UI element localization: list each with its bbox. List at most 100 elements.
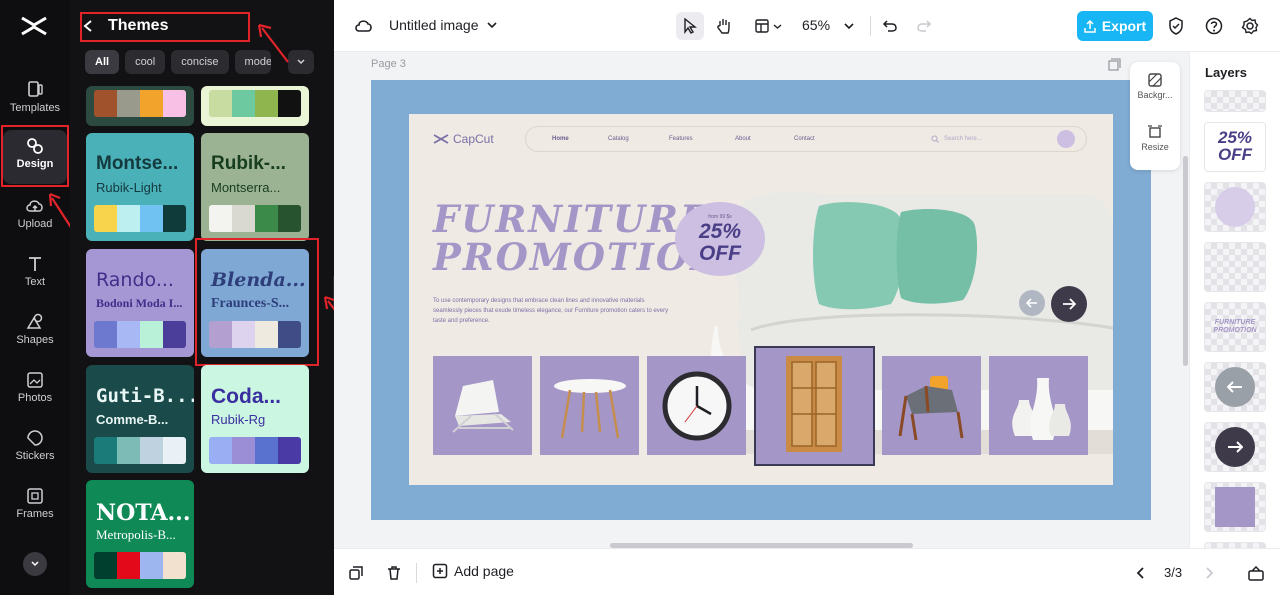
- export-button[interactable]: Export: [1077, 11, 1153, 41]
- rail-item-stickers[interactable]: Stickers: [3, 422, 67, 474]
- badge-big-line-1: 25%: [698, 220, 742, 243]
- upload-cloud-icon: [26, 200, 43, 212]
- layer-thumb-headline[interactable]: FURNITURE PROMOTION: [1204, 302, 1266, 352]
- zoom-level[interactable]: 65%: [802, 17, 830, 33]
- arrow-left-icon: [1227, 381, 1242, 393]
- hand-tool-button[interactable]: [710, 12, 738, 40]
- theme-card-nota[interactable]: NOTA... Metropolis-B...: [86, 480, 194, 588]
- theme-card-partial-right[interactable]: [201, 86, 309, 126]
- arrow-right-circle: [1215, 427, 1255, 467]
- rail-label: Stickers: [15, 450, 55, 462]
- vertical-scrollbar[interactable]: [1183, 156, 1188, 366]
- rail-label: Photos: [17, 392, 53, 404]
- layout-tool-button[interactable]: [748, 12, 788, 40]
- rail-item-shapes[interactable]: Shapes: [3, 306, 67, 358]
- design-prev-arrow[interactable]: [1019, 290, 1045, 316]
- duplicate-page-icon[interactable]: [1108, 58, 1121, 71]
- design-artboard[interactable]: CapCut Home Catalog Features About Conta…: [409, 114, 1113, 485]
- product-tile-cabinet[interactable]: [754, 346, 875, 466]
- highlight-box-blenda: [195, 238, 319, 366]
- theme-card-title: Guti-B...: [96, 385, 194, 407]
- chip-all[interactable]: All: [85, 50, 120, 74]
- copy-icon: [349, 566, 363, 580]
- theme-card-montserrat[interactable]: Montse... Rubik-Light: [86, 133, 194, 241]
- layer-thumb-discount-text[interactable]: 25% OFF: [1204, 122, 1266, 172]
- chevron-down-icon: [31, 561, 39, 567]
- background-icon: [1148, 73, 1162, 87]
- select-tool-button[interactable]: [676, 12, 704, 40]
- design-brand-text: CapCut: [453, 132, 494, 146]
- design-nav[interactable]: Home Catalog Features About Contact Sear…: [525, 126, 1087, 152]
- chip-concise[interactable]: concise: [171, 50, 229, 74]
- product-tile-clock[interactable]: [647, 356, 746, 455]
- rail-item-photos[interactable]: Photos: [3, 364, 67, 416]
- design-nav-item: Catalog: [608, 136, 629, 142]
- chevron-right-icon: [1206, 567, 1214, 579]
- search-icon: [931, 135, 939, 143]
- zoom-chevron-down-icon[interactable]: [844, 22, 854, 30]
- tile-shape: [1215, 487, 1255, 527]
- theme-card-title: Montse...: [96, 153, 179, 174]
- resize-icon: [1148, 125, 1162, 138]
- add-page-button[interactable]: Add page: [432, 563, 514, 579]
- redo-button[interactable]: [910, 12, 938, 40]
- document-title[interactable]: Untitled image: [389, 17, 497, 33]
- theme-card-rando[interactable]: Rando... Bodoni Moda I...: [86, 249, 194, 357]
- rail-item-frames[interactable]: Frames: [3, 480, 67, 532]
- product-tile-table[interactable]: [540, 356, 639, 455]
- prev-page-button[interactable]: [1130, 563, 1150, 583]
- theme-card-partial-left[interactable]: [86, 86, 194, 126]
- background-label: Backgr...: [1137, 90, 1173, 100]
- layer-thumb-empty-1[interactable]: [1204, 242, 1266, 292]
- cloud-save-icon[interactable]: [354, 17, 374, 35]
- layer-thumb-headline-line-2: PROMOTION: [1213, 327, 1257, 334]
- layer-thumb-tile[interactable]: [1204, 482, 1266, 532]
- design-next-arrow[interactable]: [1051, 286, 1087, 322]
- next-page-button[interactable]: [1200, 563, 1220, 583]
- layer-thumb-partial[interactable]: [1204, 90, 1266, 112]
- more-tools-button[interactable]: [23, 552, 47, 576]
- arrow-left-icon: [1026, 298, 1037, 308]
- rail-label: Templates: [9, 102, 61, 114]
- page-panel-toggle[interactable]: [1246, 563, 1266, 583]
- theme-card-guti[interactable]: Guti-B... Comme-B...: [86, 365, 194, 473]
- settings-button[interactable]: [1236, 12, 1264, 40]
- delete-page-button[interactable]: [384, 563, 404, 583]
- design-body-text[interactable]: To use contemporary designs that embrace…: [433, 296, 669, 326]
- wall-clock-image: [662, 371, 732, 441]
- copy-page-button[interactable]: [346, 563, 366, 583]
- product-tile-armchair[interactable]: [882, 356, 981, 455]
- product-tile-chair[interactable]: [433, 356, 532, 455]
- theme-card-subtitle: Comme-B...: [96, 412, 169, 427]
- design-nav-item: About: [735, 136, 751, 142]
- photo-icon: [27, 372, 43, 388]
- theme-card-rubik[interactable]: Rubik-... Montserra...: [201, 133, 309, 241]
- chip-cool[interactable]: cool: [125, 50, 166, 74]
- rail-item-templates[interactable]: Templates: [3, 74, 67, 126]
- discount-badge[interactable]: from 99 $s 25% OFF: [675, 202, 765, 276]
- design-brand[interactable]: CapCut: [433, 132, 494, 146]
- background-button[interactable]: Backgr...: [1130, 72, 1180, 100]
- layer-thumb-prev-arrow[interactable]: [1204, 362, 1266, 412]
- gear-icon: [1241, 17, 1259, 35]
- bottom-divider: [416, 563, 417, 583]
- theme-card-subtitle: Rubik-Rg: [211, 412, 266, 427]
- shield-icon: [1169, 17, 1183, 35]
- swatch-row: [94, 90, 186, 117]
- badge-big-text: 25% OFF: [675, 221, 765, 265]
- swatch-row: [209, 205, 301, 232]
- help-button[interactable]: [1200, 12, 1228, 40]
- resize-button[interactable]: Resize: [1130, 124, 1180, 152]
- document-title-text: Untitled image: [389, 17, 479, 33]
- canvas-page[interactable]: CapCut Home Catalog Features About Conta…: [371, 80, 1151, 520]
- rail-item-text[interactable]: Text: [3, 248, 67, 300]
- highlight-box-design: [1, 125, 69, 187]
- product-tile-vases[interactable]: [989, 356, 1088, 455]
- capcut-logo-icon[interactable]: [20, 14, 48, 38]
- shield-button[interactable]: [1162, 12, 1190, 40]
- theme-card-coda[interactable]: Coda... Rubik-Rg: [201, 365, 309, 473]
- layer-thumb-circle[interactable]: [1204, 182, 1266, 232]
- shapes-icon: [26, 313, 43, 329]
- layer-thumb-next-arrow[interactable]: [1204, 422, 1266, 472]
- undo-button[interactable]: [876, 12, 904, 40]
